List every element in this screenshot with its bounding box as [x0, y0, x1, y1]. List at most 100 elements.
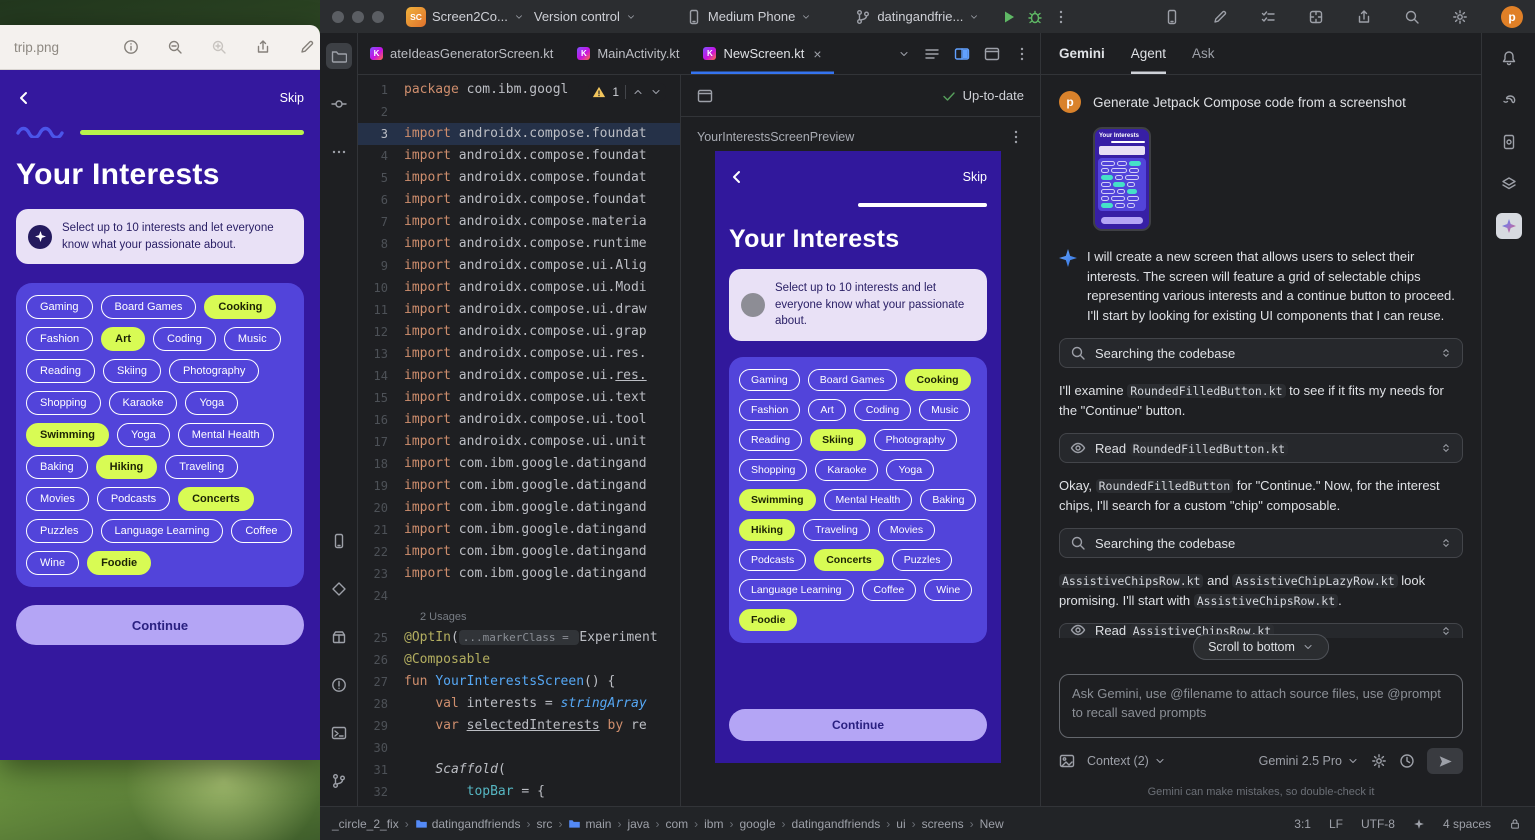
search-everywhere-button[interactable]	[1399, 4, 1425, 30]
chat-history[interactable]: p Generate Jetpack Compose code from a s…	[1041, 75, 1481, 666]
build-button[interactable]	[326, 624, 352, 650]
encoding[interactable]: UTF-8	[1361, 817, 1395, 831]
debug-button[interactable]	[1027, 9, 1043, 25]
avatar[interactable]: p	[1501, 6, 1523, 28]
problems-button[interactable]	[326, 672, 352, 698]
editor-tab[interactable]: MainActivity.kt	[565, 33, 691, 74]
expand-collapse-icon[interactable]	[1440, 536, 1452, 550]
expand-collapse-icon[interactable]	[1440, 624, 1452, 638]
preview-options-icon[interactable]	[1008, 129, 1024, 145]
breadcrumb-item[interactable]: main	[568, 817, 611, 831]
inspections-widget[interactable]: 1	[588, 83, 666, 101]
status-left[interactable]: _circle_2_fix	[332, 817, 399, 831]
attach-image-icon[interactable]	[1059, 753, 1075, 769]
tab-agent[interactable]: Agent	[1131, 33, 1166, 74]
vcs-widget[interactable]: Version control	[534, 9, 636, 24]
gemini-input-controls: Context (2) Gemini 2.5 Pro	[1059, 748, 1463, 774]
breadcrumb-item[interactable]: google	[739, 817, 775, 831]
preview-name[interactable]: YourInterestsScreenPreview	[697, 130, 854, 144]
run-config-selector[interactable]: datingandfrie...	[855, 9, 979, 25]
close-window-icon[interactable]	[332, 11, 344, 23]
device-selector[interactable]: Medium Phone	[686, 9, 811, 25]
indent[interactable]: 4 spaces	[1443, 817, 1491, 831]
todo-list-button[interactable]	[1255, 4, 1281, 30]
info-button[interactable]	[122, 38, 140, 56]
breadcrumb-item[interactable]: com	[665, 817, 688, 831]
terminal-button[interactable]	[326, 720, 352, 746]
tab-ask[interactable]: Ask	[1192, 33, 1215, 74]
prev-problem-icon[interactable]	[632, 86, 644, 98]
gradle-button[interactable]	[1496, 87, 1522, 113]
code-line: 6import androidx.compose.foundat	[358, 189, 680, 211]
branch-icon	[331, 773, 347, 789]
tool-call[interactable]: Read RoundedFilledButton.kt	[1059, 433, 1463, 463]
model-selector[interactable]: Gemini 2.5 Pro	[1259, 754, 1359, 768]
expand-collapse-icon[interactable]	[1440, 441, 1452, 455]
expand-collapse-icon[interactable]	[1440, 346, 1452, 360]
preview-mode-icon[interactable]	[697, 88, 713, 104]
interest-chip: Coding	[153, 327, 216, 351]
app-quality-insights-button[interactable]	[326, 576, 352, 602]
gemini-input[interactable]: Ask Gemini, use @filename to attach sour…	[1059, 674, 1463, 738]
split-editor-icon[interactable]	[954, 46, 970, 62]
run-button[interactable]	[1001, 9, 1017, 25]
window-controls[interactable]	[332, 11, 384, 23]
breadcrumb-item[interactable]: New	[980, 817, 1004, 831]
tab-options-icon[interactable]	[1014, 46, 1030, 62]
line-ending[interactable]: LF	[1329, 817, 1343, 831]
layers-icon	[1501, 176, 1517, 192]
project-button[interactable]	[326, 43, 352, 69]
view-list-icon[interactable]	[924, 46, 940, 62]
minimize-window-icon[interactable]	[352, 11, 364, 23]
code-line: 24	[358, 585, 680, 607]
hidden-tabs-icon[interactable]	[898, 48, 910, 60]
more-tool-windows-button[interactable]	[326, 139, 352, 165]
tool-call[interactable]: Searching the codebase	[1059, 528, 1463, 558]
layout-inspector-button[interactable]	[1496, 171, 1522, 197]
running-devices-button[interactable]	[326, 528, 352, 554]
scroll-to-bottom-button[interactable]: Scroll to bottom	[1193, 634, 1329, 660]
caret-position[interactable]: 3:1	[1294, 817, 1311, 831]
editor-tab[interactable]: ateIdeasGeneratorScreen.kt	[358, 33, 565, 74]
zoom-in-button[interactable]	[210, 38, 228, 56]
breadcrumb-item[interactable]: screens	[922, 817, 964, 831]
breadcrumb-item[interactable]: datingandfriends	[792, 817, 881, 831]
detach-window-icon[interactable]	[984, 46, 1000, 62]
settings-button[interactable]	[1447, 4, 1473, 30]
more-actions-icon[interactable]	[1053, 9, 1069, 25]
next-problem-icon[interactable]	[650, 86, 662, 98]
project-selector[interactable]: SC Screen2Co...	[406, 7, 524, 27]
breadcrumb-item[interactable]: datingandfriends	[415, 817, 521, 831]
breadcrumb-item[interactable]: ui	[896, 817, 905, 831]
send-button[interactable]	[1427, 748, 1463, 774]
zoom-out-button[interactable]	[166, 38, 184, 56]
breadcrumb-item[interactable]: src	[536, 817, 552, 831]
notifications-button[interactable]	[1496, 45, 1522, 71]
close-tab-icon[interactable]: ×	[813, 46, 821, 62]
history-icon[interactable]	[1399, 753, 1415, 769]
lock-icon[interactable]	[1509, 818, 1521, 830]
plugins-button[interactable]	[1303, 4, 1329, 30]
running-devices-button[interactable]	[1159, 4, 1185, 30]
ai-actions-button[interactable]	[1207, 4, 1233, 30]
share-icon	[1356, 9, 1372, 25]
context-selector[interactable]: Context (2)	[1087, 754, 1166, 768]
breadcrumb-item[interactable]: ibm	[704, 817, 723, 831]
usages-hint[interactable]: 2 Usages	[358, 607, 680, 627]
version-control-button[interactable]	[326, 768, 352, 794]
share-project-button[interactable]	[1351, 4, 1377, 30]
gemini-settings-icon[interactable]	[1371, 753, 1387, 769]
markup-button[interactable]	[298, 38, 316, 56]
editor-tab[interactable]: NewScreen.kt×	[691, 33, 833, 74]
interest-chip: Concerts	[178, 487, 254, 511]
code-editor[interactable]: 1package com.ibm.googl23import androidx.…	[358, 75, 680, 806]
tool-call[interactable]: Searching the codebase	[1059, 338, 1463, 368]
device-manager-button[interactable]	[1496, 129, 1522, 155]
attachment-thumbnail[interactable]: Your Interests	[1093, 127, 1151, 231]
ai-status-icon[interactable]	[1413, 818, 1425, 830]
zoom-window-icon[interactable]	[372, 11, 384, 23]
commit-button[interactable]	[326, 91, 352, 117]
share-button[interactable]	[254, 38, 272, 56]
breadcrumb-item[interactable]: java	[627, 817, 649, 831]
gemini-button[interactable]	[1496, 213, 1522, 239]
